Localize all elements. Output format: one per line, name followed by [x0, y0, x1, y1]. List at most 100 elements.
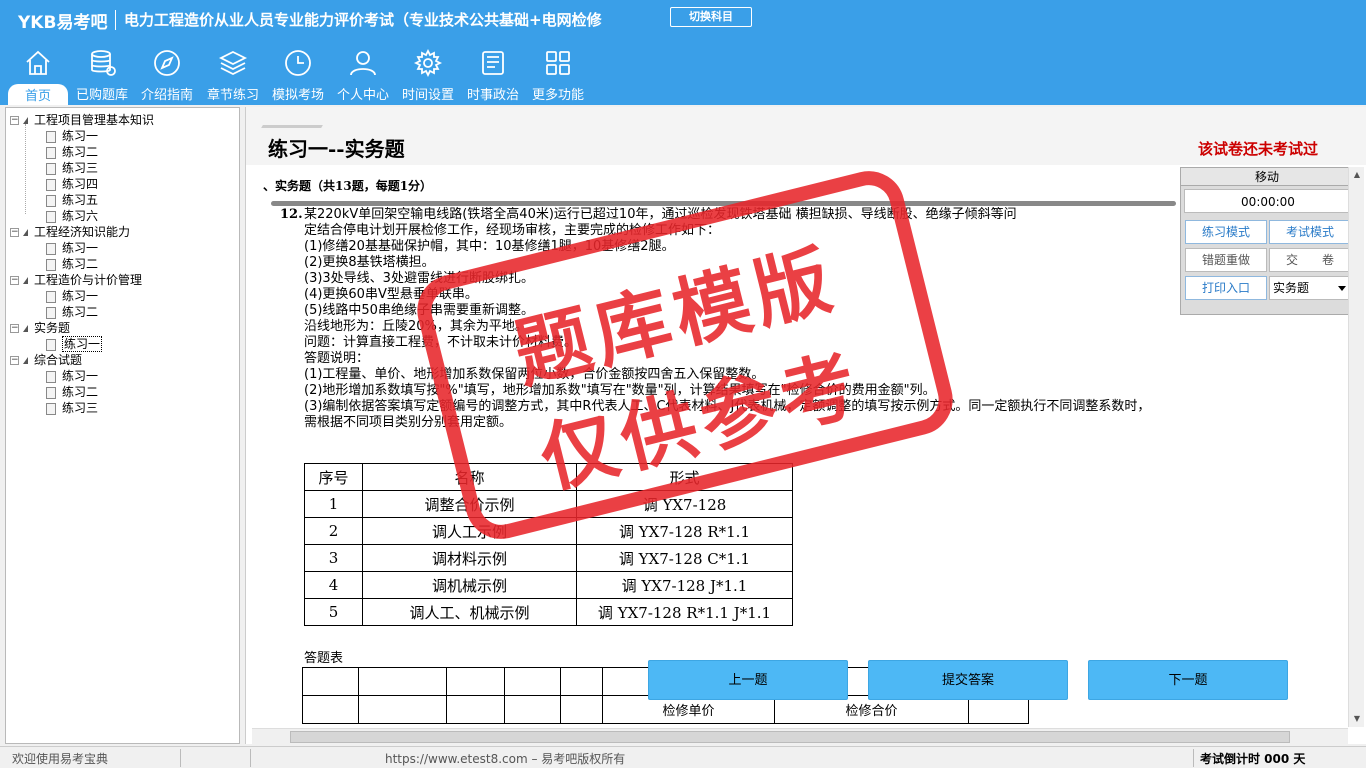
switch-subject-button[interactable]: 切换科目 [670, 7, 752, 27]
paper-title: 练习一--实务题 [268, 137, 405, 161]
submit-answer-button[interactable]: 提交答案 [868, 660, 1068, 700]
nav-label: 更多功能 [531, 88, 584, 103]
document-icon [46, 242, 56, 255]
chevron-down-icon [1338, 286, 1346, 291]
exam-mode-button[interactable]: 考试模式 [1269, 220, 1351, 244]
horizontal-scrollbar[interactable] [252, 728, 1348, 744]
gear-icon [413, 48, 443, 78]
folder-arrow-icon [23, 277, 28, 284]
tree-item[interactable]: 练习六 [46, 208, 98, 224]
nav-label: 首页 [8, 84, 68, 105]
document-icon [46, 210, 56, 223]
folder-arrow-icon [23, 229, 28, 236]
folder-arrow-icon [23, 357, 28, 364]
nav-label: 模拟考场 [271, 88, 324, 103]
app-logo: YKB易考吧 [18, 13, 108, 33]
submit-paper-button[interactable]: 交 卷 [1269, 248, 1351, 272]
database-icon [91, 50, 116, 76]
table-row: 4 调机械示例 调 YX7-128 J*1.1 [304, 571, 793, 599]
document-icon [46, 130, 56, 143]
answer-table-label: 答题表 [304, 651, 344, 666]
section-header: 、实务题（共13题，每题1分） [251, 167, 1181, 199]
welcome-text: 欢迎使用易考宝典 [12, 752, 109, 766]
nav-more-features[interactable]: 更多功能 [528, 48, 588, 104]
nav-purchased-bank[interactable]: 已购题库 [72, 48, 132, 104]
tree-item[interactable]: 练习一 [46, 128, 98, 144]
folder-arrow-icon [23, 325, 28, 332]
panel-drag-handle[interactable]: 移动 [1181, 168, 1353, 186]
tree-item[interactable]: 练习二 [46, 144, 98, 160]
tree-group-cost-pricing[interactable]: − 工程造价与计价管理 [10, 272, 142, 288]
nav-label: 时间设置 [401, 88, 454, 103]
app-header: YKB易考吧 电力工程造价从业人员专业能力评价考试（专业技术公共基础+电网检修 … [0, 0, 1366, 105]
document-icon [46, 162, 56, 175]
tree-item[interactable]: 练习一 [46, 368, 98, 384]
question-type-select[interactable]: 实务题 [1269, 276, 1351, 300]
tree-item[interactable]: 练习一 [46, 240, 98, 256]
tree-group-project-management[interactable]: − 工程项目管理基本知识 [10, 112, 154, 128]
nav-label: 介绍指南 [140, 88, 193, 103]
nav-label: 章节练习 [206, 88, 259, 103]
practice-mode-button[interactable]: 练习模式 [1185, 220, 1267, 244]
news-icon [482, 51, 504, 75]
question-text-line: (2)更换8基铁塔横担。 [304, 255, 435, 270]
collapse-icon[interactable]: − [10, 228, 19, 237]
tree-item[interactable]: 练习二 [46, 384, 98, 400]
scroll-up-icon[interactable]: ▲ [1349, 167, 1365, 183]
tree-group-engineering-economics[interactable]: − 工程经济知识能力 [10, 224, 130, 240]
next-question-button[interactable]: 下一题 [1088, 660, 1288, 700]
print-button[interactable]: 打印入口 [1185, 276, 1267, 300]
redo-wrong-button[interactable]: 错题重做 [1185, 248, 1267, 272]
prev-question-button[interactable]: 上一题 [648, 660, 848, 700]
tree-group-practical[interactable]: − 实务题 [10, 320, 70, 336]
nav-personal-center[interactable]: 个人中心 [333, 48, 393, 104]
table-row: 5 调人工、机械示例 调 YX7-128 R*1.1 J*1.1 [304, 598, 793, 626]
clock-icon [285, 50, 311, 76]
nav-time-settings[interactable]: 时间设置 [398, 48, 458, 104]
exam-timer: 00:00:00 [1184, 189, 1352, 213]
tree-item[interactable]: 练习五 [46, 192, 98, 208]
table-row: 3 调材料示例 调 YX7-128 C*1.1 [304, 544, 793, 572]
vertical-scrollbar[interactable]: ▲ ▼ [1348, 167, 1364, 727]
exam-title: 电力工程造价从业人员专业能力评价考试（专业技术公共基础+电网检修 [124, 11, 602, 29]
tree-item[interactable]: 练习四 [46, 176, 98, 192]
question-number: 12. [280, 207, 303, 222]
nav-label: 时事政治 [466, 88, 519, 103]
paper-header: 练习一--实务题 该试卷还未考试过 [246, 107, 1366, 165]
nav-chapter-practice[interactable]: 章节练习 [203, 48, 263, 104]
document-icon [46, 370, 56, 383]
tree-item[interactable]: 练习一 [46, 288, 98, 304]
document-icon [46, 386, 56, 399]
document-icon [46, 194, 56, 207]
nav-label: 个人中心 [336, 88, 389, 103]
document-edit-icon [46, 338, 56, 351]
nav-label: 已购题库 [75, 88, 128, 103]
tree-group-comprehensive[interactable]: − 综合试题 [10, 352, 82, 368]
collapse-icon[interactable]: − [10, 356, 19, 365]
user-icon [350, 51, 376, 76]
document-icon [46, 178, 56, 191]
tree-item[interactable]: 练习二 [46, 256, 98, 272]
nav-mock-exam[interactable]: 模拟考场 [268, 48, 328, 104]
document-icon [46, 306, 56, 319]
collapse-icon[interactable]: − [10, 276, 19, 285]
collapse-icon[interactable]: − [10, 116, 19, 125]
nav-guide[interactable]: 介绍指南 [137, 48, 197, 104]
document-icon [46, 146, 56, 159]
tree-item-selected[interactable]: 练习一 [46, 336, 103, 352]
nav-home[interactable]: 首页 [8, 48, 68, 105]
question-text-line: 某220kV单回架空输电线路(铁塔全高40米)运行已超过10年，通过巡检发现铁塔… [304, 207, 1017, 222]
folder-arrow-icon [23, 117, 28, 124]
tree-item[interactable]: 练习二 [46, 304, 98, 320]
scrollbar-thumb[interactable] [290, 731, 1290, 743]
tree-item[interactable]: 练习三 [46, 400, 98, 416]
question-text-line: 答题说明： [304, 351, 370, 366]
exam-countdown: 考试倒计时 000 天 [1200, 752, 1306, 766]
grid-icon [546, 51, 570, 75]
collapse-icon[interactable]: − [10, 324, 19, 333]
scroll-down-icon[interactable]: ▼ [1349, 711, 1365, 727]
exam-control-panel: 移动 00:00:00 练习模式 考试模式 错题重做 交 卷 打印入口 实务题 [1180, 167, 1354, 315]
document-icon [46, 258, 56, 271]
tree-item[interactable]: 练习三 [46, 160, 98, 176]
nav-current-affairs[interactable]: 时事政治 [463, 48, 523, 104]
